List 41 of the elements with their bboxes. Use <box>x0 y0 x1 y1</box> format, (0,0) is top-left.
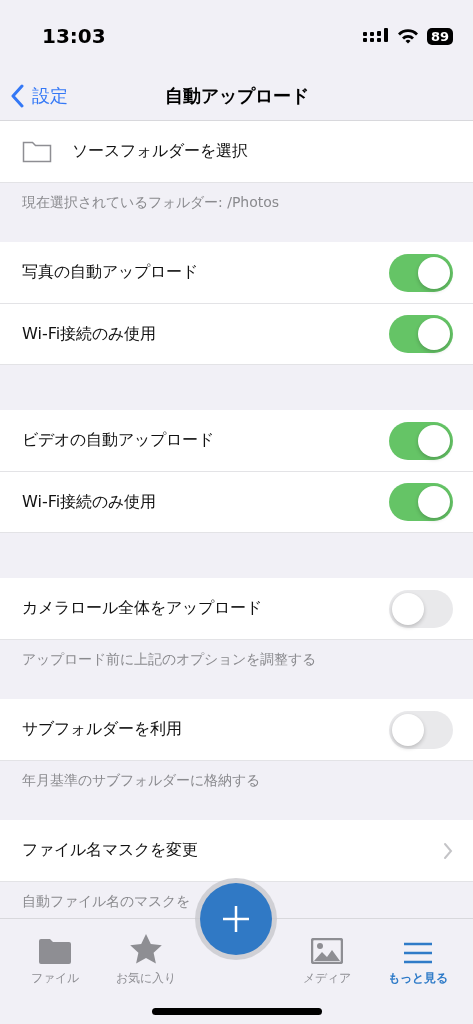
signal-icon <box>362 28 389 44</box>
wifi-icon <box>396 28 419 44</box>
screen-title: 自動アップロード <box>164 84 309 108</box>
settings-row[interactable]: ファイル名マスクを変更 <box>0 820 473 881</box>
row-label: サブフォルダーを利用 <box>22 719 183 740</box>
folder-icon <box>39 938 72 964</box>
footer-note: 現在選択されているフォルダー: /Photos <box>22 194 280 210</box>
footer-note: 年月基準のサブフォルダーに格納する <box>22 772 260 788</box>
plus-icon <box>221 904 252 934</box>
settings-row[interactable]: ビデオの自動アップロード <box>0 410 473 471</box>
tab-item[interactable]: もっと見る <box>372 927 463 987</box>
row-label: ビデオの自動アップロード <box>22 430 215 451</box>
star-icon <box>129 934 162 964</box>
folder-icon <box>22 139 52 164</box>
row-label: Wi-Fi接続のみ使用 <box>22 323 158 345</box>
settings-row[interactable]: Wi-Fi接続のみ使用 <box>0 471 473 532</box>
footer-note: 自動ファイル名のマスクを <box>22 893 190 909</box>
toggle-switch[interactable] <box>389 589 453 628</box>
back-button[interactable]: 設定 <box>10 84 68 108</box>
toggle-switch[interactable] <box>389 421 453 460</box>
row-label: ソースフォルダーを選択 <box>72 141 249 162</box>
footer-note: アップロード前に上記のオプションを調整する <box>22 651 316 667</box>
chevron-right-icon <box>443 841 453 860</box>
row-label: ファイル名マスクを変更 <box>22 840 199 861</box>
settings-row[interactable]: サブフォルダーを利用 <box>0 699 473 760</box>
settings-row[interactable]: Wi-Fi接続のみ使用 <box>0 303 473 364</box>
row-label: Wi-Fi接続のみ使用 <box>22 491 158 513</box>
chevron-left-icon <box>10 84 24 108</box>
status-time: 13:03 <box>42 24 106 48</box>
toggle-switch[interactable] <box>389 710 453 749</box>
battery-level: 89 <box>426 27 453 45</box>
row-label: 写真の自動アップロード <box>22 262 199 283</box>
toggle-switch[interactable] <box>389 253 453 292</box>
menu-icon <box>402 942 433 964</box>
image-icon <box>311 938 344 964</box>
toggle-switch[interactable] <box>389 315 453 353</box>
settings-row[interactable]: カメラロール全体をアップロード <box>0 578 473 639</box>
row-label: カメラロール全体をアップロード <box>22 598 263 619</box>
toggle-switch[interactable] <box>389 483 453 521</box>
settings-row[interactable]: 写真の自動アップロード <box>0 242 473 303</box>
settings-row[interactable]: ソースフォルダーを選択 <box>0 121 473 182</box>
